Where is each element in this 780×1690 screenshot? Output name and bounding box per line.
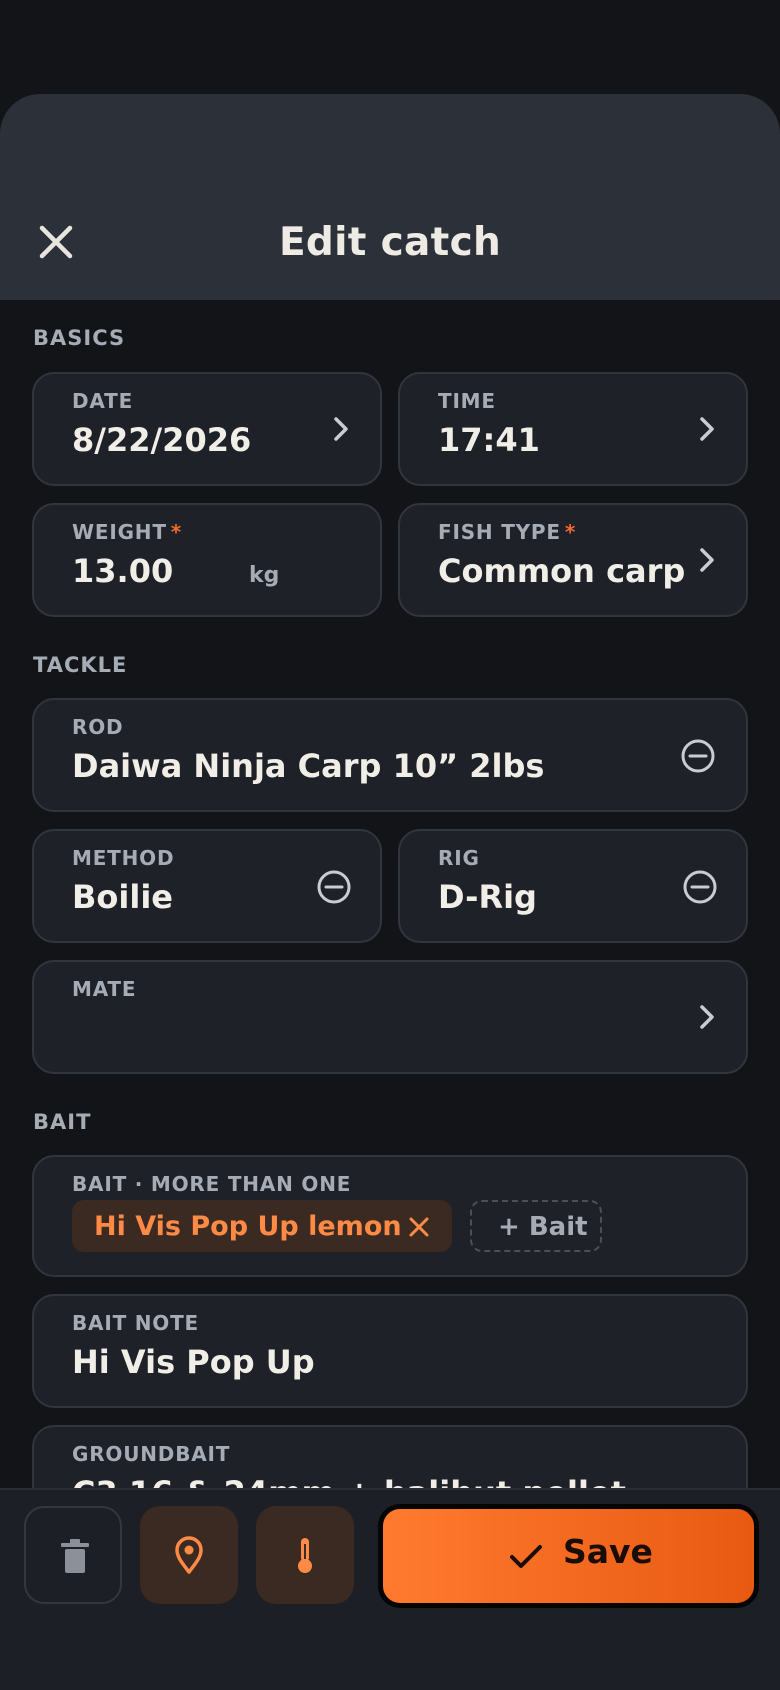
required-marker: * xyxy=(564,520,577,544)
section-tackle-heading: TACKLE xyxy=(33,653,128,677)
trash-icon xyxy=(61,1539,89,1573)
fish-type-field[interactable]: FISH TYPE * Common carp xyxy=(398,503,748,617)
bait-chip-label: Hi Vis Pop Up lemon xyxy=(94,1211,402,1242)
fish-type-value: Common carp xyxy=(438,552,686,590)
time-value: 17:41 xyxy=(438,421,540,459)
section-bait-heading: BAIT xyxy=(33,1110,92,1134)
groundbait-field[interactable]: GROUNDBAIT C3 16 & 24mm + halibut pellet xyxy=(32,1425,748,1488)
rod-label: ROD xyxy=(72,715,124,739)
method-value: Boilie xyxy=(72,878,173,916)
thermometer-icon xyxy=(298,1538,312,1573)
weather-button[interactable] xyxy=(256,1506,354,1604)
chevron-right-icon xyxy=(700,548,714,572)
date-field[interactable]: DATE 8/22/2026 xyxy=(32,372,382,486)
chevron-right-icon xyxy=(700,417,714,441)
time-field[interactable]: TIME 17:41 xyxy=(398,372,748,486)
date-value: 8/22/2026 xyxy=(72,421,252,459)
sheet-header xyxy=(0,94,780,300)
chevron-right-icon xyxy=(334,417,348,441)
rig-value: D-Rig xyxy=(438,878,537,916)
groundbait-label: GROUNDBAIT xyxy=(72,1442,231,1466)
groundbait-value: C3 16 & 24mm + halibut pellet xyxy=(72,1474,626,1488)
weight-input[interactable]: 13.00 xyxy=(72,552,173,590)
mate-label: MATE xyxy=(72,977,137,1001)
rig-label: RIG xyxy=(438,846,480,870)
location-button[interactable] xyxy=(140,1506,238,1604)
rod-value: Daiwa Ninja Carp 10” 2lbs xyxy=(72,747,545,785)
save-label: Save xyxy=(563,1532,653,1571)
rig-field[interactable]: RIG D-Rig xyxy=(398,829,748,943)
close-icon[interactable] xyxy=(408,1216,430,1238)
page-title: Edit catch xyxy=(278,220,502,265)
weight-unit: kg xyxy=(249,563,280,588)
weight-field[interactable]: WEIGHT * 13.00 kg xyxy=(32,503,382,617)
bait-note-label: BAIT NOTE xyxy=(72,1311,200,1335)
save-button[interactable]: Save xyxy=(378,1504,759,1608)
remove-circle-icon[interactable] xyxy=(316,869,352,905)
remove-circle-icon[interactable] xyxy=(682,869,718,905)
chevron-right-icon xyxy=(700,1005,714,1029)
delete-button[interactable] xyxy=(24,1506,122,1604)
bait-chip[interactable]: Hi Vis Pop Up lemon xyxy=(72,1200,452,1252)
bait-note-field[interactable]: BAIT NOTE Hi Vis Pop Up xyxy=(32,1294,748,1408)
location-pin-icon xyxy=(175,1536,203,1574)
check-icon xyxy=(510,1545,542,1568)
date-label: DATE xyxy=(72,389,134,413)
remove-circle-icon[interactable] xyxy=(680,738,716,774)
mate-field[interactable]: MATE xyxy=(32,960,748,1074)
method-field[interactable]: METHOD Boilie xyxy=(32,829,382,943)
add-bait-button[interactable]: + Bait xyxy=(470,1200,602,1252)
time-label: TIME xyxy=(438,389,496,413)
form-content[interactable]: BASICS DATE 8/22/2026 TIME 17:41 WEIGHT *… xyxy=(0,300,780,1488)
weight-label: WEIGHT * xyxy=(72,520,183,544)
rod-field[interactable]: ROD Daiwa Ninja Carp 10” 2lbs xyxy=(32,698,748,812)
fish-type-label: FISH TYPE * xyxy=(438,520,577,544)
section-basics-heading: BASICS xyxy=(33,326,126,350)
method-label: METHOD xyxy=(72,846,175,870)
required-marker: * xyxy=(170,520,183,544)
bait-field[interactable]: BAIT · MORE THAN ONE Hi Vis Pop Up lemon… xyxy=(32,1155,748,1277)
bait-label: BAIT · MORE THAN ONE xyxy=(72,1172,352,1196)
bait-note-value: Hi Vis Pop Up xyxy=(72,1343,315,1381)
